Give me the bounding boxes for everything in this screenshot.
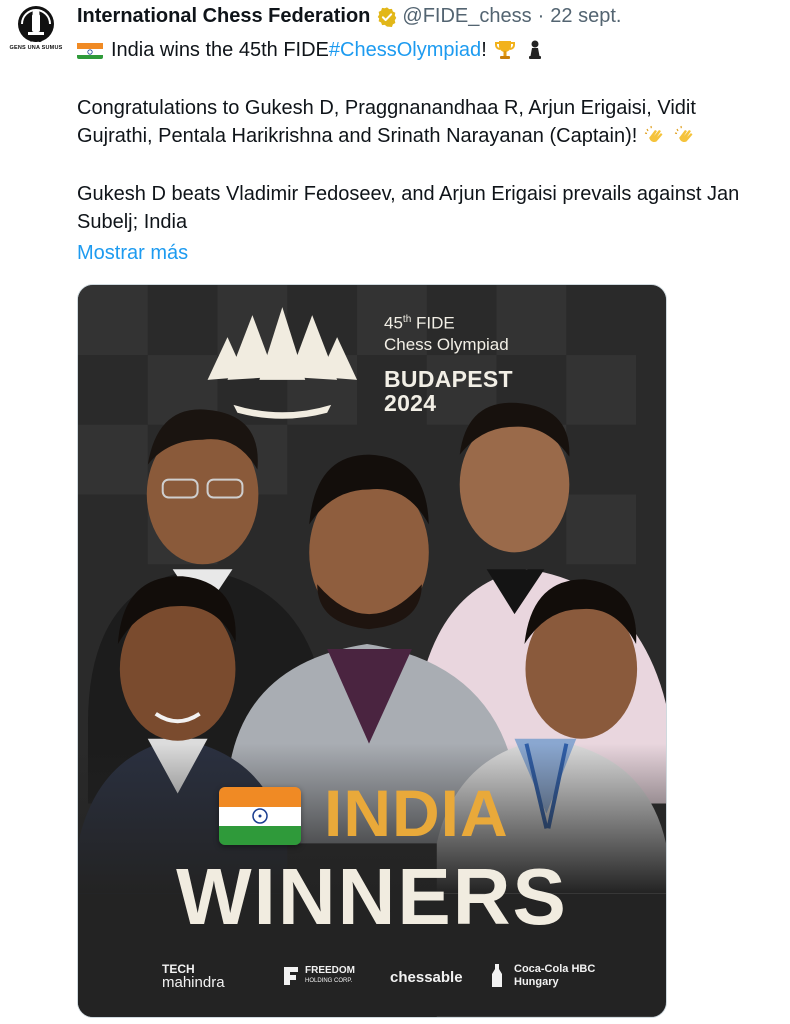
india-flag-icon: [219, 787, 301, 845]
header-separator: ·: [537, 5, 545, 27]
show-more-link[interactable]: Mostrar más: [77, 239, 790, 267]
clapping-hands-icon: [643, 124, 667, 148]
avatar-motto: GENS UNA SUMUS: [9, 45, 63, 51]
tweet-line-5: Subelj; India: [77, 211, 188, 233]
fide-logo-icon: FIDE: [18, 6, 54, 44]
trophy-icon: [493, 38, 517, 62]
tweet-line-3: Gujrathi, Pentala Harikrishna and Srinat…: [77, 122, 790, 150]
sponsor-freedom: FREEDOM HOLDING CORP.: [282, 965, 355, 987]
event-city: BUDAPEST: [384, 366, 513, 392]
sponsor-tech-mahindra: TECH mahindra: [162, 963, 225, 991]
tweet-date[interactable]: 22 sept.: [550, 5, 621, 28]
event-title: 45th FIDE Chess Olympiad: [384, 309, 509, 355]
tweet-header: International Chess Federation @FIDE_che…: [77, 5, 621, 28]
author-name[interactable]: International Chess Federation: [77, 5, 370, 28]
author-handle[interactable]: @FIDE_chess: [402, 5, 531, 28]
headline-country: INDIA: [324, 776, 509, 850]
freedom-logo-icon: [284, 967, 298, 985]
sponsor-bar: TECH mahindra FREEDOM HOLDING CORP. ches…: [78, 961, 666, 1001]
india-flag-icon: [77, 41, 103, 59]
tweet-line-1-text: India wins the 45th FIDE: [111, 39, 329, 61]
tweet-line-4: Gukesh D beats Vladimir Fedoseev, and Ar…: [77, 183, 740, 205]
event-name: Chess Olympiad: [384, 334, 509, 354]
event-ordinal-suffix: th: [402, 314, 412, 325]
sponsor-freedom-bottom: HOLDING CORP.: [305, 978, 353, 984]
event-fide: FIDE: [411, 313, 455, 333]
sponsor-tech-bottom: mahindra: [162, 974, 225, 991]
sponsor-coca-cola-hbc: Coca-Cola HBC Hungary: [488, 963, 595, 989]
sponsor-freedom-top: FREEDOM: [305, 965, 355, 976]
event-year: 2024: [384, 390, 437, 416]
tweet-line-1-suffix: !: [481, 39, 487, 61]
tweet-line-2: Congratulations to Gukesh D, Praggnanand…: [77, 97, 696, 119]
sponsor-coca-top: Coca-Cola HBC: [514, 963, 596, 975]
hashtag-link[interactable]: #ChessOlympiad: [329, 36, 481, 64]
tweet-line-1: India wins the 45th FIDE #ChessOlympiad!: [77, 36, 790, 64]
chess-pawn-icon: [523, 38, 547, 62]
event-ordinal: 45: [384, 313, 403, 333]
avatar[interactable]: FIDE GENS UNA SUMUS: [8, 4, 64, 60]
bottle-logo-icon: [492, 964, 502, 987]
event-location: BUDAPEST 2024: [384, 367, 513, 415]
event-title-line1: 45th FIDE: [384, 309, 509, 334]
tweet-text: India wins the 45th FIDE #ChessOlympiad!…: [77, 36, 790, 267]
clapping-hands-icon: [673, 124, 697, 148]
verified-badge-icon[interactable]: [376, 6, 398, 28]
tweet-media-image[interactable]: 45th FIDE Chess Olympiad BUDAPEST 2024 I…: [77, 284, 667, 1018]
sponsor-coca-bottom: Hungary: [514, 976, 559, 988]
sponsor-chessable: chessable: [390, 969, 463, 986]
tweet-line-3-text: Gujrathi, Pentala Harikrishna and Srinat…: [77, 125, 638, 147]
headline-result: WINNERS: [176, 852, 568, 941]
svg-text:FIDE: FIDE: [30, 38, 42, 44]
